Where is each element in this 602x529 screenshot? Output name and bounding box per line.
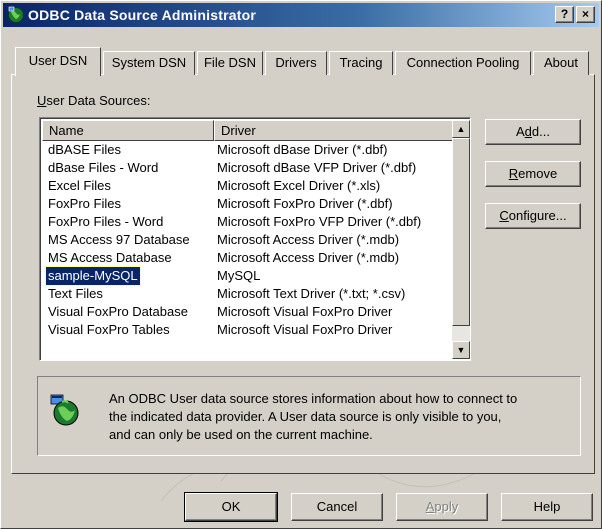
apply-label-post: pply — [434, 499, 459, 514]
user-data-sources-label: User Data Sources: — [37, 93, 150, 108]
dsn-name: MS Access 97 Database — [48, 232, 190, 247]
list-item[interactable]: MS Access 97 Database Microsoft Access Dr… — [42, 231, 452, 249]
dsn-name: Visual FoxPro Database — [48, 304, 188, 319]
configure-label-post: onfigure... — [508, 208, 567, 223]
info-text: An ODBC User data source stores informat… — [109, 390, 569, 444]
info-text-line-2: the indicated data provider. A User data… — [109, 409, 502, 424]
user-dsn-list[interactable]: Name Driver dBASE Files Microsoft dBase D… — [39, 117, 471, 361]
dsn-driver: Microsoft Excel Driver (*.xls) — [217, 178, 381, 193]
add-label-post: d... — [531, 124, 550, 139]
add-label-accel: d — [524, 124, 532, 139]
dsn-driver: Microsoft FoxPro VFP Driver (*.dbf) — [217, 214, 422, 229]
dsn-name: Visual FoxPro Tables — [48, 322, 170, 337]
dsn-name: Text Files — [48, 286, 103, 301]
scroll-thumb[interactable] — [452, 138, 470, 326]
info-text-line-1: An ODBC User data source stores informat… — [109, 391, 518, 406]
list-item[interactable]: FoxPro Files - Word Microsoft FoxPro VFP … — [42, 213, 452, 231]
list-item[interactable]: MS Access Database Microsoft Access Drive… — [42, 249, 452, 267]
dsn-driver: Microsoft Visual FoxPro Driver — [217, 304, 393, 319]
add-button[interactable]: Add... — [485, 119, 581, 145]
tab-file-dsn[interactable]: File DSN — [197, 51, 263, 75]
dsn-name: FoxPro Files - Word — [48, 214, 164, 229]
dsn-driver: Microsoft Access Driver (*.mdb) — [217, 250, 400, 265]
remove-button[interactable]: Remove — [485, 161, 581, 187]
remove-label-post: emove — [518, 166, 558, 181]
apply-button[interactable]: Apply — [396, 493, 488, 521]
label-rest: ser Data Sources: — [46, 93, 151, 108]
column-header-name[interactable]: Name — [42, 120, 214, 141]
dsn-driver: MySQL — [217, 268, 261, 283]
list-item[interactable]: dBase Files - Word Microsoft dBase VFP Dr… — [42, 159, 452, 177]
scroll-down-button[interactable]: ▼ — [452, 341, 470, 359]
tab-about[interactable]: About — [533, 51, 589, 75]
list-item[interactable]: Visual FoxPro Database Microsoft Visual F… — [42, 303, 452, 321]
dsn-driver: Microsoft FoxPro Driver (*.dbf) — [217, 196, 393, 211]
dsn-driver: Microsoft Text Driver (*.txt; *.csv) — [217, 286, 406, 301]
tab-system-dsn[interactable]: System DSN — [103, 51, 195, 75]
vertical-scrollbar[interactable]: ▲ ▼ — [452, 120, 470, 359]
dsn-driver: Microsoft Visual FoxPro Driver — [217, 322, 393, 337]
tab-drivers[interactable]: Drivers — [265, 51, 327, 75]
list-item[interactable]: Visual FoxPro Tables Microsoft Visual Fox… — [42, 321, 452, 339]
ok-button[interactable]: OK — [184, 492, 278, 522]
list-item[interactable]: sample-MySQL MySQL — [42, 266, 452, 286]
list-item[interactable]: Text Files Microsoft Text Driver (*.txt; … — [42, 285, 452, 303]
dsn-name: sample-MySQL — [45, 266, 141, 286]
help-title-button[interactable]: ? — [555, 6, 574, 23]
list-item[interactable]: Excel Files Microsoft Excel Driver (*.xls… — [42, 177, 452, 195]
title-bar[interactable]: ODBC Data Source Administrator ? × — [3, 3, 599, 27]
remove-label-accel: R — [508, 166, 519, 181]
scroll-up-button[interactable]: ▲ — [452, 120, 470, 138]
list-body: dBASE Files Microsoft dBase Driver (*.dbf… — [42, 141, 452, 339]
list-item[interactable]: dBASE Files Microsoft dBase Driver (*.dbf… — [42, 141, 452, 159]
odbc-globe-icon — [8, 6, 24, 23]
odbc-globe-icon — [50, 394, 79, 426]
dsn-name: dBASE Files — [48, 142, 121, 157]
dsn-driver: Microsoft dBase VFP Driver (*.dbf) — [217, 160, 417, 175]
list-item[interactable]: FoxPro Files Microsoft FoxPro Driver (*.d… — [42, 195, 452, 213]
dsn-driver: Microsoft Access Driver (*.mdb) — [217, 232, 400, 247]
close-button[interactable]: × — [576, 6, 595, 23]
dsn-name: dBase Files - Word — [48, 160, 159, 175]
dsn-driver: Microsoft dBase Driver (*.dbf) — [217, 142, 388, 157]
odbc-admin-window: ODBC Data Source Administrator ? × User … — [0, 0, 602, 529]
help-button[interactable]: Help — [501, 493, 593, 521]
tab-tracing[interactable]: Tracing — [329, 51, 393, 75]
dsn-name: FoxPro Files — [48, 196, 121, 211]
add-label-pre: A — [516, 124, 525, 139]
dsn-name: Excel Files — [48, 178, 111, 193]
column-header-driver[interactable]: Driver — [214, 120, 454, 141]
cancel-button[interactable]: Cancel — [291, 493, 383, 521]
tab-strip: User DSN System DSN File DSN Drivers Tra… — [15, 47, 595, 76]
tab-user-dsn[interactable]: User DSN — [15, 47, 101, 76]
dsn-name: MS Access Database — [48, 250, 172, 265]
list-header: Name Driver — [42, 120, 454, 141]
window-title: ODBC Data Source Administrator — [28, 7, 256, 23]
label-accelerator: U — [37, 93, 47, 108]
configure-button[interactable]: Configure... — [485, 203, 581, 229]
info-text-line-3: and can only be used on the current mach… — [109, 427, 373, 442]
tab-connection-pooling[interactable]: Connection Pooling — [395, 51, 531, 75]
configure-label-accel: C — [499, 208, 509, 223]
